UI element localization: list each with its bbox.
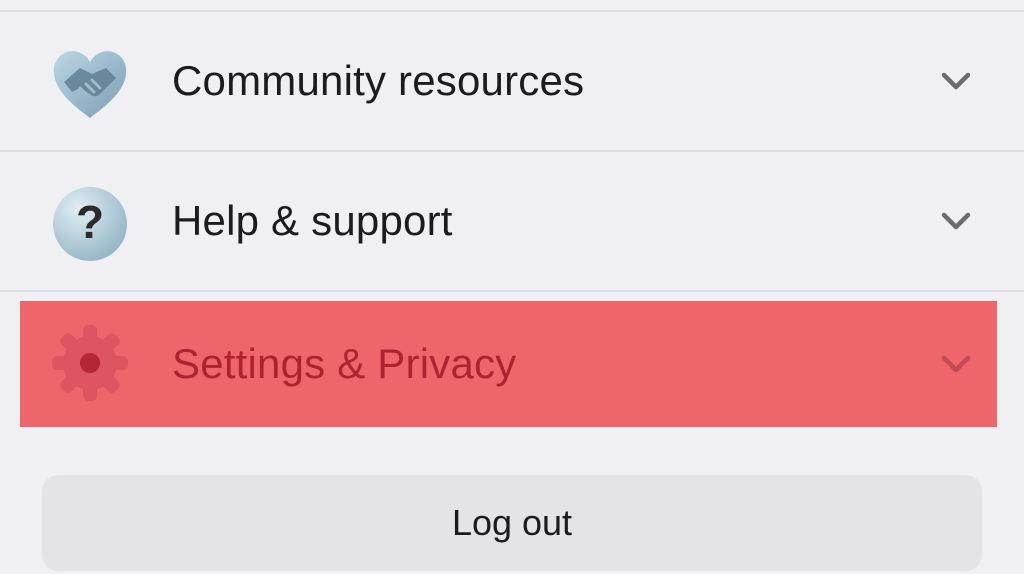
menu-item-label: Help & support: [172, 197, 453, 244]
svg-text:?: ?: [76, 196, 104, 248]
log-out-button[interactable]: Log out: [42, 475, 982, 571]
chevron-down-icon[interactable]: [936, 206, 976, 236]
menu-item-label: Settings & Privacy: [172, 340, 517, 387]
handshake-icon: [53, 51, 127, 118]
gear-icon: [52, 325, 128, 401]
menu-item-label: Community resources: [172, 57, 585, 104]
menu-item-community-resources[interactable]: Community resources: [0, 12, 1024, 150]
chevron-down-icon[interactable]: [936, 349, 976, 379]
menu-page: Community resources ? Help & support Set…: [0, 0, 1024, 574]
question-mark-icon: ?: [53, 187, 127, 261]
chevron-down-icon[interactable]: [936, 66, 976, 96]
row-divider: [0, 290, 1024, 292]
menu-item-settings-privacy[interactable]: Settings & Privacy: [20, 301, 997, 427]
menu-item-help-support[interactable]: ? Help & support: [0, 152, 1024, 290]
